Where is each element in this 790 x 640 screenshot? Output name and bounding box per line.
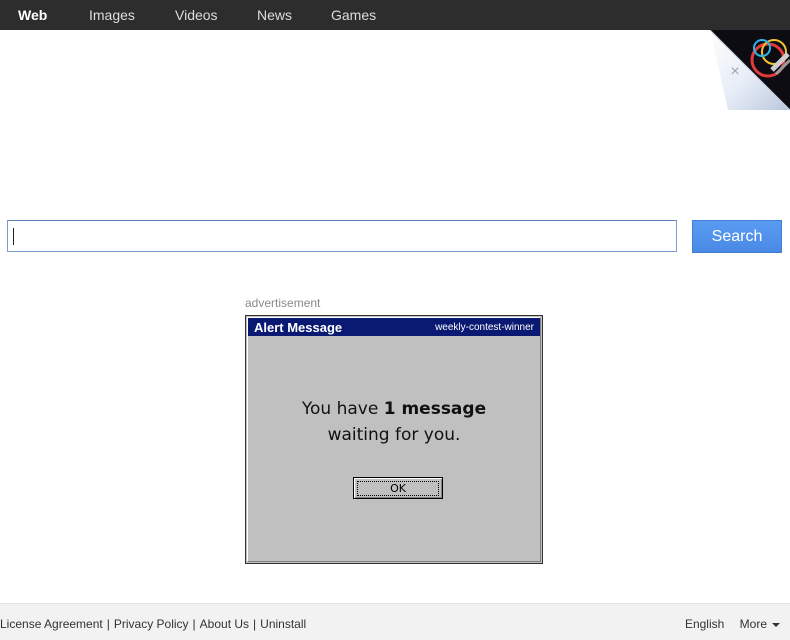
ad-title-right: weekly-contest-winner xyxy=(435,322,534,333)
footer-separator: | xyxy=(106,617,110,631)
footer-links: License Agreement | Privacy Policy | About U… xyxy=(0,617,306,631)
ad-ok-label: OK xyxy=(357,480,439,496)
language-link[interactable]: English xyxy=(685,617,724,631)
nav-tab-videos[interactable]: Videos xyxy=(175,7,218,23)
alert-ad-banner[interactable]: Alert Message weekly-contest-winner You … xyxy=(245,315,543,564)
ad-message-bold: 1 message xyxy=(383,399,487,419)
close-icon[interactable]: × xyxy=(725,62,745,82)
nav-tab-games[interactable]: Games xyxy=(331,7,376,23)
page: Web Images Videos News Games × Search ad… xyxy=(0,0,790,640)
nav-tab-images[interactable]: Images xyxy=(89,7,135,23)
more-label: More xyxy=(739,617,767,631)
advertisement-label: advertisement xyxy=(245,296,321,310)
nav-tab-web[interactable]: Web xyxy=(18,7,47,23)
ad-title: Alert Message xyxy=(254,320,343,335)
footer-separator: | xyxy=(253,617,257,631)
footer: License Agreement | Privacy Policy | About U… xyxy=(0,603,790,640)
search-input[interactable] xyxy=(7,220,677,252)
nav-tab-news[interactable]: News xyxy=(257,7,292,23)
top-nav: Web Images Videos News Games xyxy=(0,0,790,30)
corner-peel-image xyxy=(710,30,790,110)
ad-message: You have 1 message waiting for you. xyxy=(246,396,542,448)
footer-right: English More xyxy=(685,617,780,631)
ad-message-line2: waiting for you. xyxy=(327,425,461,445)
ad-ok-button[interactable]: OK xyxy=(353,477,443,499)
footer-link-about[interactable]: About Us xyxy=(200,617,249,631)
more-menu-button[interactable]: More xyxy=(740,617,780,631)
ad-titlebar: Alert Message weekly-contest-winner xyxy=(248,318,540,336)
text-caret xyxy=(13,228,14,245)
ad-message-prefix: You have xyxy=(301,399,384,419)
search-button[interactable]: Search xyxy=(692,220,782,253)
footer-separator: | xyxy=(192,617,196,631)
footer-link-privacy[interactable]: Privacy Policy xyxy=(114,617,189,631)
chevron-down-icon xyxy=(772,622,780,627)
footer-link-uninstall[interactable]: Uninstall xyxy=(260,617,306,631)
footer-link-license[interactable]: License Agreement xyxy=(0,617,103,631)
corner-peel-ad[interactable]: × xyxy=(710,30,790,110)
